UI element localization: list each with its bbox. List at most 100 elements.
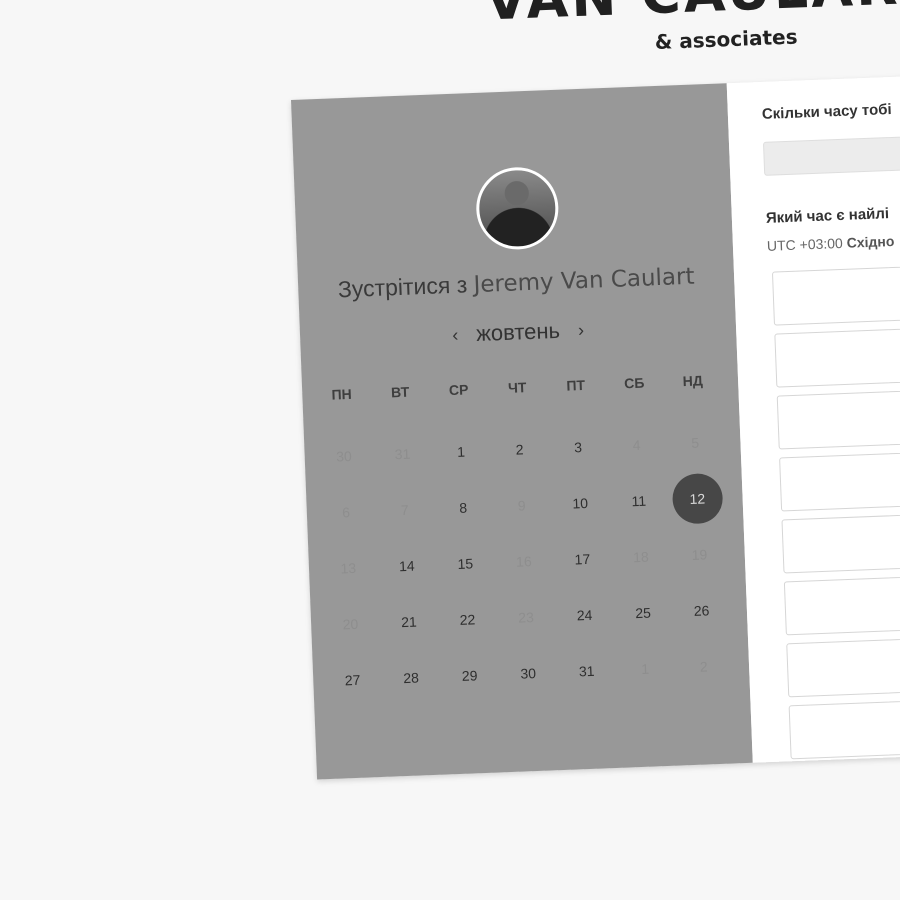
weekday-label: СБ: [623, 374, 645, 392]
time-slot-button[interactable]: [776, 384, 900, 450]
timezone-name: Східно: [846, 232, 895, 251]
timezone-label[interactable]: UTC +03:00 Східно: [767, 233, 895, 254]
calendar-day-number: 5: [690, 434, 700, 451]
calendar-day-selected[interactable]: 12: [667, 470, 728, 528]
calendar-day-number: 20: [342, 615, 359, 633]
calendar-day-number: 12: [671, 472, 724, 525]
calendar-day-number: 30: [520, 665, 537, 682]
calendar-day[interactable]: 27: [322, 651, 383, 709]
calendar-day[interactable]: 10: [550, 474, 611, 532]
calendar-day: 18: [611, 528, 672, 586]
calendar-day[interactable]: 29: [439, 646, 500, 704]
calendar-day: 20: [320, 595, 381, 653]
calendar-day-number: 6: [341, 504, 351, 521]
booking-card: Зустрітися з Jeremy Van Caulart ‹ жовтен…: [291, 70, 900, 780]
month-label: жовтень: [475, 317, 561, 347]
calendar-day[interactable]: 30: [498, 644, 559, 702]
calendar-day: 13: [318, 539, 379, 597]
time-slot-button[interactable]: [786, 631, 900, 698]
month-navigation: ‹ жовтень ›: [300, 311, 737, 354]
calendar-day[interactable]: 28: [381, 649, 442, 707]
calendar-day[interactable]: 1: [431, 423, 492, 481]
calendar-day-number: 1: [456, 443, 466, 460]
weekday-label: ПН: [331, 385, 353, 403]
host-avatar: [474, 165, 560, 251]
time-question: Який час є найлі: [765, 205, 890, 227]
calendar-day-number: 31: [394, 445, 411, 463]
calendar-day: 30: [314, 427, 375, 485]
calendar-day[interactable]: 11: [608, 472, 669, 530]
calendar-day-number: 2: [699, 658, 708, 675]
calendar-day-number: 18: [632, 548, 650, 566]
calendar-day-number: 28: [403, 669, 420, 687]
booking-page: VAN CAULART & associates Зустрітися з Je…: [0, 0, 900, 900]
calendar-day-number: 8: [458, 499, 468, 516]
calendar-day[interactable]: 22: [437, 591, 498, 649]
calendar-day[interactable]: 15: [435, 535, 496, 593]
chevron-left-icon[interactable]: ‹: [448, 324, 463, 346]
weekday-label: НД: [682, 372, 704, 390]
calendar-day-number: 13: [340, 559, 357, 577]
calendar-day-number: 16: [515, 553, 532, 570]
calendar-day[interactable]: 8: [433, 479, 494, 537]
timezone-offset: UTC +03:00: [766, 234, 844, 254]
calendar-day-number: 25: [634, 604, 652, 622]
brand-header: VAN CAULART & associates: [420, 0, 900, 63]
duration-selector[interactable]: [762, 130, 900, 176]
time-slot-button[interactable]: [781, 507, 900, 574]
calendar-day: 19: [669, 526, 730, 584]
calendar-day[interactable]: 21: [379, 593, 440, 651]
calendar-day: 5: [665, 414, 726, 472]
calendar-day-number: 4: [632, 436, 641, 454]
calendar-day: 4: [606, 416, 667, 474]
calendar-day: 2: [673, 637, 734, 695]
calendar-day: 31: [372, 425, 433, 483]
weekday-label: ЧТ: [507, 379, 527, 396]
calendar-day[interactable]: 2: [489, 420, 550, 478]
time-slot-button[interactable]: [771, 260, 900, 326]
calendar-day-number: 17: [574, 550, 591, 568]
calendar-day: 7: [374, 481, 435, 539]
calendar-day-number: 1: [641, 660, 650, 677]
calendar-day[interactable]: 14: [376, 537, 437, 595]
calendar-day-number: 27: [344, 671, 361, 689]
calendar-day: 16: [494, 532, 555, 590]
calendar-day[interactable]: 25: [613, 584, 674, 642]
calendar-day-number: 9: [517, 497, 526, 514]
meeting-title: Зустрітися з Jeremy Van Caulart: [298, 261, 735, 305]
calendar-day: 6: [316, 483, 377, 541]
calendar-day-number: 22: [459, 611, 476, 628]
time-slot-button[interactable]: [788, 693, 900, 760]
calendar-day[interactable]: 24: [554, 586, 615, 644]
calendar-day-number: 19: [691, 546, 708, 563]
time-slot-list: [771, 260, 900, 763]
calendar-day[interactable]: 17: [552, 530, 613, 588]
weekday-label: ВТ: [390, 383, 410, 401]
calendar-day: 9: [491, 476, 552, 534]
weekday-header: ПН ВТ СР ЧТ ПТ СБ НД: [312, 372, 722, 404]
calendar-day[interactable]: 31: [556, 642, 617, 700]
weekday-label: СР: [448, 381, 469, 399]
calendar-day-number: 2: [515, 441, 524, 458]
time-slot-button[interactable]: [783, 569, 900, 636]
calendar-day[interactable]: 26: [671, 582, 732, 640]
calendar-day-number: 15: [457, 555, 474, 572]
calendar-day-number: 23: [517, 609, 535, 626]
calendar-day-number: 30: [335, 447, 353, 465]
calendar-day-number: 14: [398, 557, 415, 575]
calendar-day-number: 3: [573, 439, 583, 456]
weekday-label: ПТ: [566, 376, 586, 394]
time-slot-button[interactable]: [774, 322, 900, 388]
calendar-day: 23: [496, 588, 557, 646]
calendar-day[interactable]: 3: [548, 418, 609, 476]
details-panel: Скільки часу тобі Який час є найлі UTC +…: [726, 70, 900, 763]
time-slot-button[interactable]: [779, 446, 900, 512]
calendar-day-number: 26: [693, 602, 710, 619]
calendar-day-number: 31: [578, 662, 595, 680]
chevron-right-icon[interactable]: ›: [574, 319, 589, 341]
calendar-day-number: 24: [576, 606, 593, 624]
calendar-panel: Зустрітися з Jeremy Van Caulart ‹ жовтен…: [291, 83, 753, 780]
calendar-day-number: 10: [572, 494, 589, 512]
calendar-day-number: 7: [400, 501, 409, 519]
host-name: Jeremy Van Caulart: [473, 263, 695, 299]
